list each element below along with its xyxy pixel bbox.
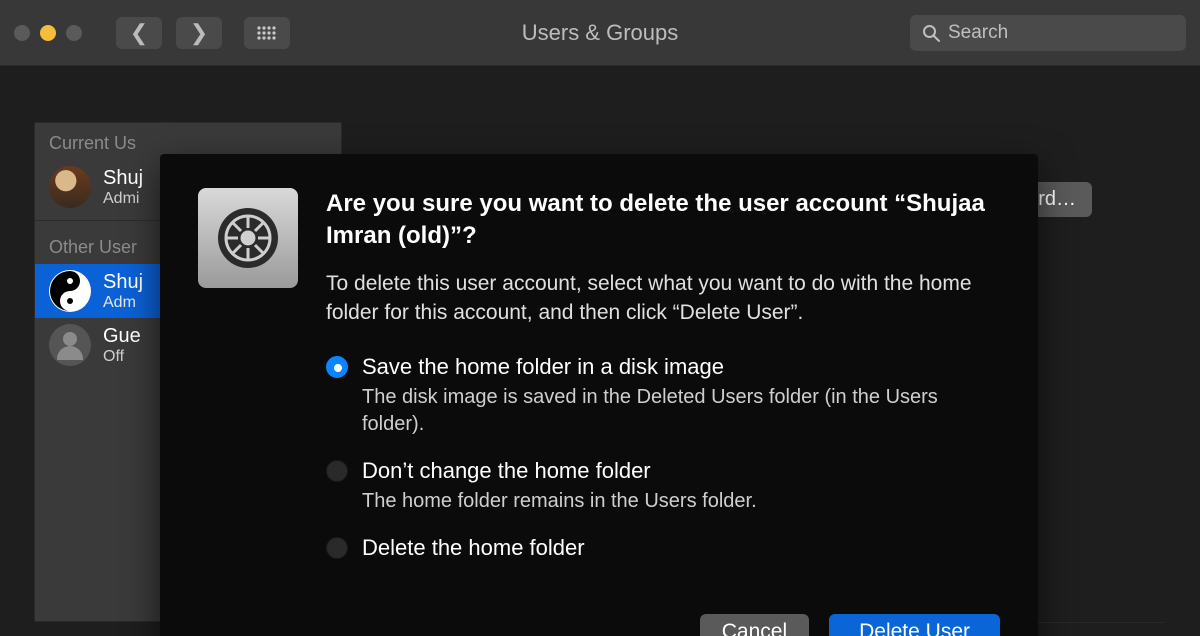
window-traffic-lights [14,25,82,41]
show-all-button[interactable] [244,17,290,49]
avatar [49,166,91,208]
option-label: Don’t change the home folder [362,458,651,484]
option-delete-folder[interactable]: Delete the home folder [326,535,1000,561]
radio-button[interactable] [326,537,348,559]
back-button[interactable]: ❮ [116,17,162,49]
user-role: Admi [103,190,143,208]
user-role: Adm [103,294,143,312]
option-dont-change[interactable]: Don’t change the home folder The home fo… [326,458,1000,515]
gear-icon [211,201,285,275]
dialog-description: To delete this user account, select what… [326,269,1000,328]
avatar [49,324,91,366]
system-preferences-icon [198,188,298,288]
option-save-disk-image[interactable]: Save the home folder in a disk image The… [326,354,1000,438]
user-name: Shuj [103,270,143,294]
chevron-right-icon: ❯ [190,22,208,44]
dialog-options: Save the home folder in a disk image The… [326,354,1000,561]
user-name: Gue [103,324,141,348]
option-description: The home folder remains in the Users fol… [362,488,1000,515]
window-toolbar: ❮ ❯ Users & Groups [0,0,1200,66]
user-status: Off [103,348,141,366]
window-minimize-button[interactable] [40,25,56,41]
search-icon [922,24,940,42]
window-close-button[interactable] [14,25,30,41]
delete-user-button[interactable]: Delete User [829,614,1000,636]
window-zoom-button[interactable] [66,25,82,41]
delete-user-dialog: Are you sure you want to delete the user… [160,154,1038,636]
cancel-button[interactable]: Cancel [700,614,809,636]
yinyang-icon [49,270,91,312]
user-name: Shuj [103,166,143,190]
search-input[interactable] [948,22,1174,44]
option-label: Delete the home folder [362,535,585,561]
radio-button[interactable] [326,356,348,378]
radio-button[interactable] [326,460,348,482]
option-description: The disk image is saved in the Deleted U… [362,384,1000,438]
grid-icon [257,26,277,40]
avatar [49,270,91,312]
window-title: Users & Groups [522,20,679,46]
dialog-title: Are you sure you want to delete the user… [326,188,1000,253]
forward-button[interactable]: ❯ [176,17,222,49]
option-label: Save the home folder in a disk image [362,354,724,380]
search-field[interactable] [910,15,1186,51]
chevron-left-icon: ❮ [130,22,148,44]
